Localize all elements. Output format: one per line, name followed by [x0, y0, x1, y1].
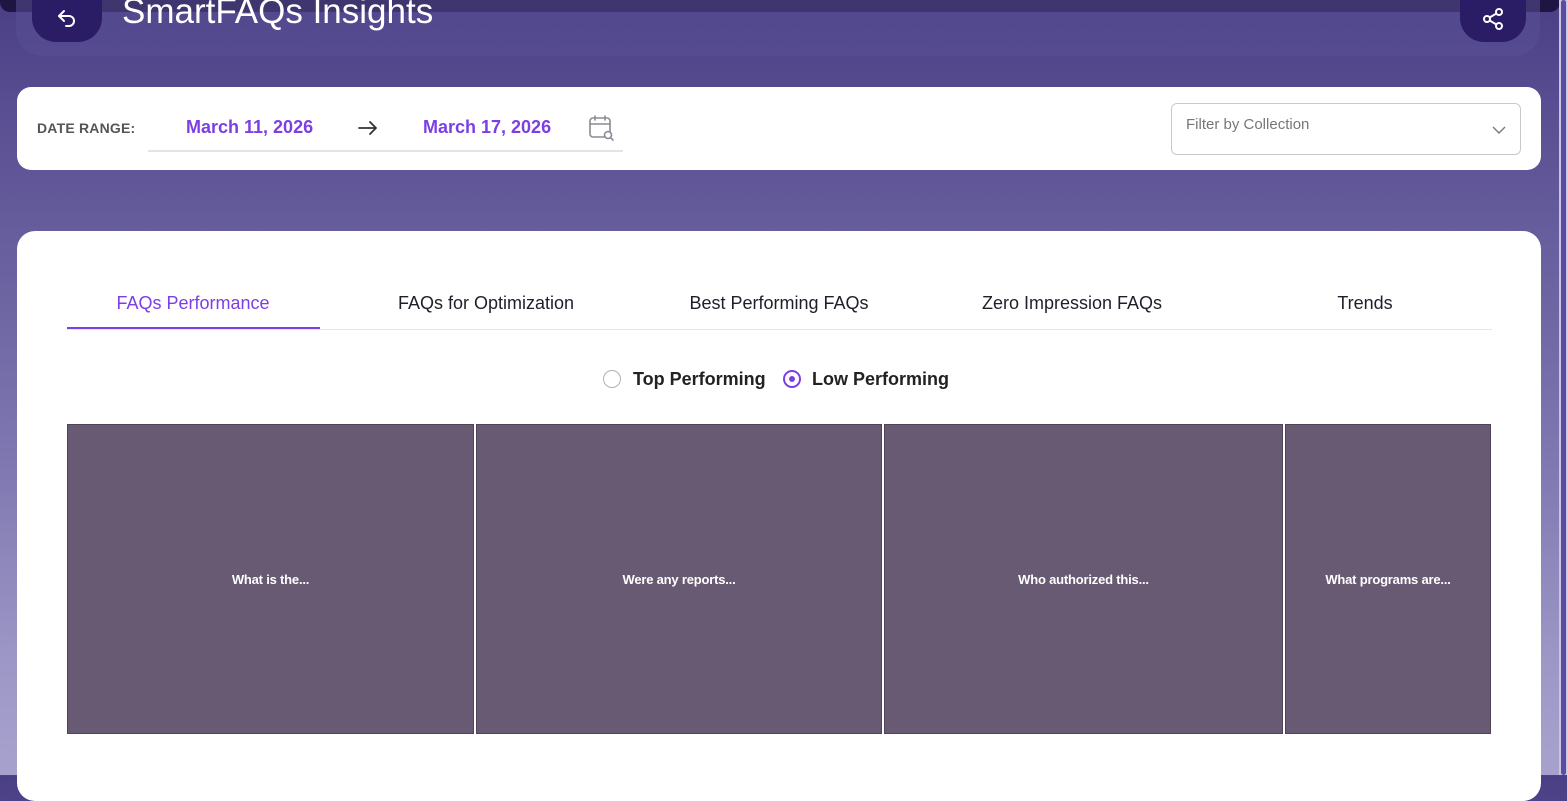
treemap-tile[interactable]: Who authorized this... [884, 424, 1283, 734]
collection-filter-placeholder: Filter by Collection [1186, 116, 1310, 133]
tab-faqs-for-optimization[interactable]: FAQs for Optimization [398, 293, 574, 314]
share-icon [1480, 0, 1506, 37]
date-from[interactable]: March 11, 2026 [186, 117, 313, 138]
treemap-tile[interactable]: Were any reports... [476, 424, 882, 734]
filter-card: DATE RANGE: March 11, 2026 March 17, 202… [17, 87, 1541, 170]
page-title: SmartFAQs Insights [122, 0, 434, 31]
tab-trends[interactable]: Trends [1337, 293, 1392, 314]
treemap-tile[interactable]: What is the... [67, 424, 474, 734]
radio-low-performing-label[interactable]: Low Performing [812, 369, 949, 390]
insights-panel: FAQs Performance FAQs for Optimization B… [17, 231, 1541, 801]
scrollbar-thumb[interactable] [1561, 0, 1566, 775]
calendar-search-icon[interactable] [588, 114, 616, 147]
tab-faqs-performance[interactable]: FAQs Performance [116, 293, 269, 314]
back-arrow-icon [54, 0, 80, 36]
share-button[interactable] [1460, 0, 1526, 42]
date-range-label: DATE RANGE: [37, 120, 136, 136]
radio-low-performing[interactable] [783, 370, 801, 388]
arrow-right-icon [357, 118, 379, 143]
tab-bar: FAQs Performance FAQs for Optimization B… [67, 281, 1492, 330]
faq-treemap: What is the... Were any reports... Who a… [67, 424, 1491, 736]
radio-top-performing-label[interactable]: Top Performing [633, 369, 766, 390]
collection-filter-select[interactable]: Filter by Collection [1171, 103, 1521, 155]
treemap-tile[interactable]: What programs are... [1285, 424, 1491, 734]
active-tab-indicator [67, 327, 320, 329]
chevron-down-icon [1492, 122, 1506, 140]
tab-zero-impression-faqs[interactable]: Zero Impression FAQs [982, 293, 1162, 314]
radio-top-performing[interactable] [603, 370, 621, 388]
back-button[interactable] [32, 0, 102, 42]
tab-best-performing-faqs[interactable]: Best Performing FAQs [689, 293, 868, 314]
date-to[interactable]: March 17, 2026 [423, 117, 551, 138]
date-range-underline [148, 150, 623, 152]
